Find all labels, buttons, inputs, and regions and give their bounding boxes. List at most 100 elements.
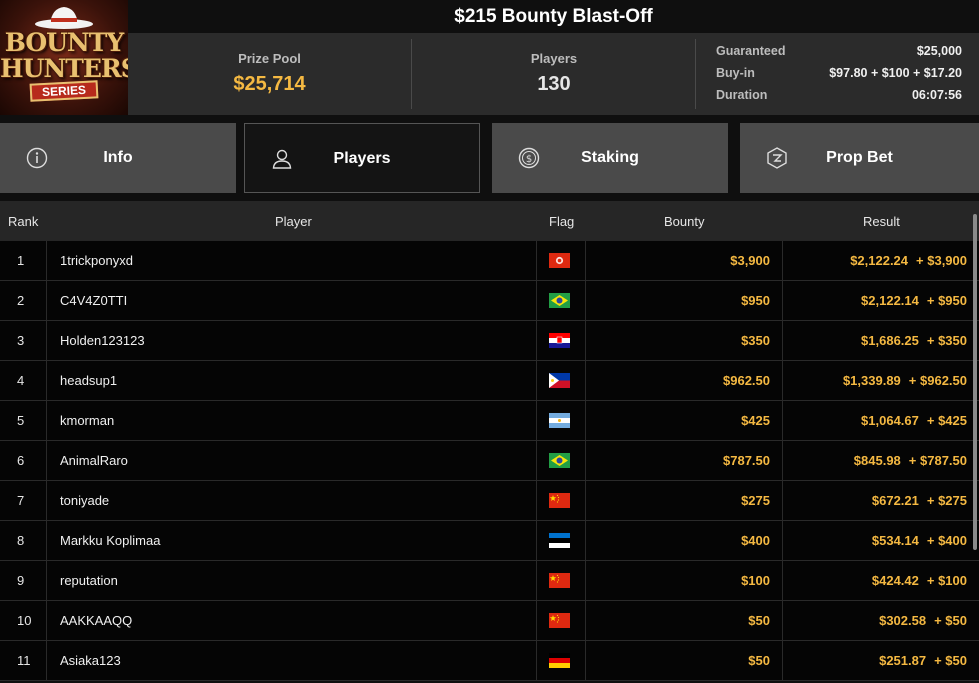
flag-cell xyxy=(537,241,586,280)
tab-label: Info xyxy=(103,149,133,166)
rank-cell: 9 xyxy=(0,561,47,600)
result-cell: $251.87 + $50 xyxy=(783,641,974,680)
bounty-cell: $400 xyxy=(586,521,783,560)
column-header-player[interactable]: Player xyxy=(275,214,312,229)
flag-philippines-icon xyxy=(549,373,570,388)
result-bounty: + $50 xyxy=(934,613,967,628)
table-row[interactable]: 8 Markku Koplimaa $400 $534.14 + $400 xyxy=(0,521,979,561)
column-header-rank[interactable]: Rank xyxy=(8,214,38,229)
tab-prop-bet[interactable]: Prop Bet xyxy=(740,123,979,193)
table-row[interactable]: 6 AnimalRaro $787.50 $845.98 + $787.50 xyxy=(0,441,979,481)
column-header-result[interactable]: Result xyxy=(863,214,900,229)
tab-label: Prop Bet xyxy=(826,149,893,166)
rank-cell: 3 xyxy=(0,321,47,360)
table-row[interactable]: 11 Asiaka123 $50 $251.87 + $50 xyxy=(0,641,979,681)
player-name-cell: Markku Koplimaa xyxy=(47,521,537,560)
result-bounty: + $350 xyxy=(926,333,967,348)
flag-cell xyxy=(537,481,586,520)
result-prize: $1,064.67 xyxy=(861,413,919,428)
player-name-cell: toniyade xyxy=(47,481,537,520)
rank-cell: 10 xyxy=(0,601,47,640)
result-prize: $672.21 xyxy=(871,493,919,508)
flag-china-icon xyxy=(549,573,570,588)
tab-players[interactable]: Players xyxy=(244,123,480,193)
flag-brazil-icon xyxy=(549,293,570,308)
column-header-bounty[interactable]: Bounty xyxy=(664,214,704,229)
stats-bar: Prize Pool $25,714 Players 130 Guarantee… xyxy=(128,33,979,115)
result-cell: $1,339.89 + $962.50 xyxy=(783,361,974,400)
table-row[interactable]: 2 C4V4Z0TTI $950 $2,122.14 + $950 xyxy=(0,281,979,321)
result-bounty: + $400 xyxy=(926,533,967,548)
tab-info[interactable]: Info xyxy=(0,123,236,193)
bounty-cell: $425 xyxy=(586,401,783,440)
flag-cell xyxy=(537,601,586,640)
result-prize: $2,122.24 xyxy=(850,253,909,268)
prize-pool-value: $25,714 xyxy=(233,73,306,95)
column-header-flag[interactable]: Flag xyxy=(549,214,574,229)
scrollbar[interactable] xyxy=(973,214,977,550)
bounty-cell: $950 xyxy=(586,281,783,320)
result-prize: $534.14 xyxy=(871,533,919,548)
table-row[interactable]: 10 AAKKAAQQ $50 $302.58 + $50 xyxy=(0,601,979,641)
player-name-cell: reputation xyxy=(47,561,537,600)
result-bounty: + $950 xyxy=(926,293,967,308)
bounty-cell: $3,900 xyxy=(586,241,783,280)
bounty-cell: $275 xyxy=(586,481,783,520)
detail-guaranteed: Guaranteed $25,000 xyxy=(714,41,962,63)
result-bounty: + $3,900 xyxy=(916,253,967,268)
player-name-cell: AAKKAAQQ xyxy=(47,601,537,640)
result-bounty: + $275 xyxy=(926,493,967,508)
player-name-cell: Asiaka123 xyxy=(47,641,537,680)
detail-label: Guaranteed xyxy=(716,44,786,58)
prize-pool-label: Prize Pool xyxy=(238,51,301,66)
rank-cell: 4 xyxy=(0,361,47,400)
bounty-cell: $50 xyxy=(586,601,783,640)
logo-text-bounty: BOUNTY xyxy=(4,28,124,57)
logo-text-series: SERIES xyxy=(29,80,99,102)
tournament-title: $215 Bounty Blast-Off xyxy=(128,0,979,33)
flag-germany-icon xyxy=(549,653,570,668)
detail-label: Buy-in xyxy=(716,66,755,80)
detail-value: $97.80 + $100 + $17.20 xyxy=(829,66,962,80)
table-row[interactable]: 3 Holden123123 $350 $1,686.25 + $350 xyxy=(0,321,979,361)
detail-value: $25,000 xyxy=(916,44,962,58)
flag-argentina-icon xyxy=(549,413,570,428)
flag-cell xyxy=(537,641,586,680)
flag-cell xyxy=(537,441,586,480)
result-bounty: + $50 xyxy=(934,653,967,668)
flag-cell xyxy=(537,361,586,400)
tab-label: Players xyxy=(333,150,391,167)
flag-estonia-icon xyxy=(549,533,570,548)
table-row[interactable]: 5 kmorman $425 $1,064.67 + $425 xyxy=(0,401,979,441)
players-value: 130 xyxy=(537,73,571,95)
flag-cell xyxy=(537,561,586,600)
table-row[interactable]: 4 headsup1 $962.50 $1,339.89 + $962.50 xyxy=(0,361,979,401)
players-table: 1 1trickponyxd $3,900 $2,122.24 + $3,900 … xyxy=(0,241,979,681)
flag-hong-kong-icon xyxy=(549,253,570,268)
flag-brazil-icon xyxy=(549,453,570,468)
rank-cell: 5 xyxy=(0,401,47,440)
player-name-cell: 1trickponyxd xyxy=(47,241,537,280)
player-name-cell: headsup1 xyxy=(47,361,537,400)
result-bounty: + $962.50 xyxy=(908,373,967,388)
tab-staking[interactable]: $ Staking xyxy=(492,123,728,193)
cowboy-hat-icon xyxy=(35,7,93,29)
result-cell: $2,122.14 + $950 xyxy=(783,281,974,320)
bounty-cell: $100 xyxy=(586,561,783,600)
rank-cell: 1 xyxy=(0,241,47,280)
player-name-cell: C4V4Z0TTI xyxy=(47,281,537,320)
result-cell: $424.42 + $100 xyxy=(783,561,974,600)
table-row[interactable]: 1 1trickponyxd $3,900 $2,122.24 + $3,900 xyxy=(0,241,979,281)
table-row[interactable]: 9 reputation $100 $424.42 + $100 xyxy=(0,561,979,601)
series-logo: BOUNTY HUNTERS SERIES xyxy=(0,0,128,115)
flag-china-icon xyxy=(549,493,570,508)
player-name-cell: AnimalRaro xyxy=(47,441,537,480)
result-cell: $302.58 + $50 xyxy=(783,601,974,640)
result-prize: $251.87 xyxy=(879,653,927,668)
rank-cell: 8 xyxy=(0,521,47,560)
bounty-cell: $962.50 xyxy=(586,361,783,400)
table-row[interactable]: 7 toniyade $275 $672.21 + $275 xyxy=(0,481,979,521)
flag-cell xyxy=(537,321,586,360)
result-prize: $845.98 xyxy=(853,453,901,468)
bounty-cell: $350 xyxy=(586,321,783,360)
